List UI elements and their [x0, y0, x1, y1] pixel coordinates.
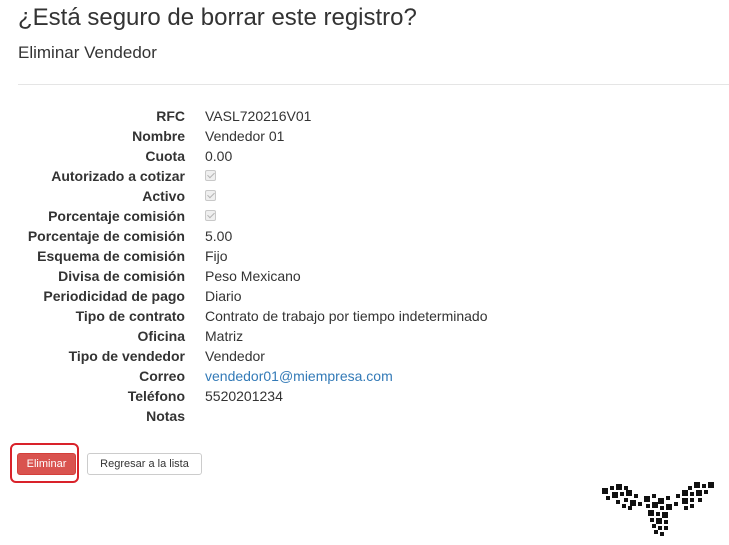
checkbox-disabled	[205, 190, 216, 201]
checkbox-disabled	[205, 210, 216, 221]
detail-row-oficina: Oficina Matriz	[0, 326, 729, 346]
page-subtitle: Eliminar Vendedor	[18, 43, 157, 62]
detail-label: Teléfono	[127, 388, 185, 404]
detail-label: Correo	[139, 368, 185, 384]
detail-row-telefono: Teléfono 5520201234	[0, 386, 729, 406]
detail-label: Tipo de vendedor	[68, 348, 185, 364]
detail-row-nombre: Nombre Vendedor 01	[0, 126, 729, 146]
detail-row-activo: Activo	[0, 186, 729, 206]
detail-row-divisa-de-comision: Divisa de comisión Peso Mexicano	[0, 266, 729, 286]
detail-value: Fijo	[205, 248, 228, 264]
email-link[interactable]: vendedor01@miempresa.com	[205, 368, 393, 384]
detail-label: Autorizado a cotizar	[51, 168, 185, 184]
back-to-list-button[interactable]: Regresar a la lista	[87, 453, 202, 475]
detail-value: Contrato de trabajo por tiempo indetermi…	[205, 308, 488, 324]
detail-row-periodicidad-de-pago: Periodicidad de pago Diario	[0, 286, 729, 306]
detail-label: Oficina	[137, 328, 185, 344]
detail-row-rfc: RFC VASL720216V01	[0, 106, 729, 126]
detail-value: Peso Mexicano	[205, 268, 301, 284]
detail-label: Cuota	[145, 148, 185, 164]
checkbox-disabled	[205, 170, 216, 181]
divider	[18, 84, 729, 85]
delete-button[interactable]: Eliminar	[17, 453, 76, 475]
detail-row-correo: Correo vendedor01@miempresa.com	[0, 366, 729, 386]
detail-value: Vendedor 01	[205, 128, 285, 144]
detail-value: VASL720216V01	[205, 108, 312, 124]
qr-bird-logo-icon	[602, 482, 714, 536]
detail-label: Tipo de contrato	[75, 308, 185, 324]
detail-row-porcentaje-de-comision: Porcentaje de comisión 5.00	[0, 226, 729, 246]
detail-label: Activo	[142, 188, 185, 204]
detail-value: 5520201234	[205, 388, 283, 404]
page-title: ¿Está seguro de borrar este registro?	[18, 4, 417, 31]
detail-row-tipo-de-vendedor: Tipo de vendedor Vendedor	[0, 346, 729, 366]
detail-value: 5.00	[205, 228, 233, 244]
detail-label: Nombre	[132, 128, 185, 144]
detail-row-autorizado-a-cotizar: Autorizado a cotizar	[0, 166, 729, 186]
details-list: RFC VASL720216V01 Nombre Vendedor 01 Cuo…	[0, 106, 729, 426]
detail-row-porcentaje-comision-flag: Porcentaje comisión	[0, 206, 729, 226]
detail-row-tipo-de-contrato: Tipo de contrato Contrato de trabajo por…	[0, 306, 729, 326]
detail-value: Vendedor	[205, 348, 265, 364]
detail-label: Porcentaje comisión	[48, 208, 185, 224]
detail-label: Notas	[146, 408, 185, 424]
detail-label: RFC	[156, 108, 185, 124]
detail-label: Porcentaje de comisión	[27, 228, 185, 244]
detail-label: Periodicidad de pago	[43, 288, 185, 304]
detail-label: Esquema de comisión	[37, 248, 185, 264]
detail-row-esquema-de-comision: Esquema de comisión Fijo	[0, 246, 729, 266]
detail-value: Matriz	[205, 328, 244, 344]
detail-value: 0.00	[205, 148, 233, 164]
detail-row-cuota: Cuota 0.00	[0, 146, 729, 166]
detail-row-notas: Notas	[0, 406, 729, 426]
detail-value: Diario	[205, 288, 242, 304]
detail-label: Divisa de comisión	[58, 268, 185, 284]
